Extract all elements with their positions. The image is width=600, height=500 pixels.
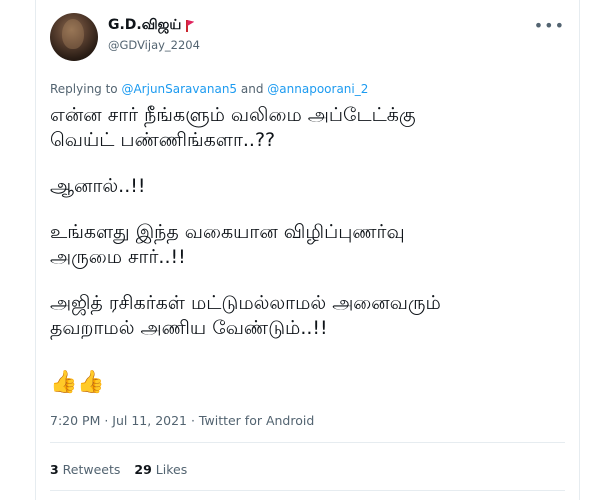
tweet-header: G.D.விஜய் @GDVijay_2204 •••: [50, 13, 565, 65]
mention-link-2[interactable]: @annapoorani_2: [267, 82, 368, 96]
tweet-card: G.D.விஜய் @GDVijay_2204 ••• Replying to …: [35, 0, 580, 500]
avatar[interactable]: [50, 13, 98, 61]
tweet-body: என்ன சார் நீங்களும் வலிமை அப்டேட்க்கு வெ…: [50, 103, 565, 362]
divider: [50, 442, 565, 443]
display-name-row: G.D.விஜய்: [108, 17, 200, 35]
tweet-timestamp[interactable]: 7:20 PM · Jul 11, 2021 · Twitter for And…: [50, 413, 314, 428]
more-options-icon[interactable]: •••: [534, 18, 565, 34]
replying-to: Replying to @ArjunSaravanan5 and @annapo…: [50, 82, 368, 96]
red-flag-icon: [185, 20, 195, 32]
replying-to-label: Replying to: [50, 82, 122, 96]
thumbs-up-emoji-icon: 👍👍: [50, 370, 105, 395]
retweets-stat[interactable]: 3 Retweets: [50, 462, 120, 477]
user-handle[interactable]: @GDVijay_2204: [108, 38, 200, 52]
tweet-stats: 3 Retweets 29 Likes: [50, 462, 187, 477]
tweet-paragraph-4: அஜித் ரசிகர்கள் மட்டுமல்லாமல் அனைவரும் த…: [50, 292, 441, 339]
mention-link-1[interactable]: @ArjunSaravanan5: [121, 82, 237, 96]
display-name[interactable]: G.D.விஜய்: [108, 17, 181, 35]
tweet-paragraph-1: என்ன சார் நீங்களும் வலிமை அப்டேட்க்கு வெ…: [50, 104, 416, 151]
tweet-paragraph-3: உங்களது இந்த வகையான விழிப்புணர்வு அருமை …: [50, 221, 405, 268]
divider: [50, 490, 565, 491]
likes-label: Likes: [151, 462, 188, 477]
author-names: G.D.விஜய் @GDVijay_2204: [108, 17, 200, 52]
replying-to-and: and: [237, 82, 268, 96]
likes-count: 29: [134, 462, 152, 477]
likes-stat[interactable]: 29 Likes: [134, 462, 187, 477]
tweet-paragraph-2: ஆனால்..!!: [50, 175, 146, 197]
retweets-count: 3: [50, 462, 59, 477]
retweets-label: Retweets: [58, 462, 121, 477]
